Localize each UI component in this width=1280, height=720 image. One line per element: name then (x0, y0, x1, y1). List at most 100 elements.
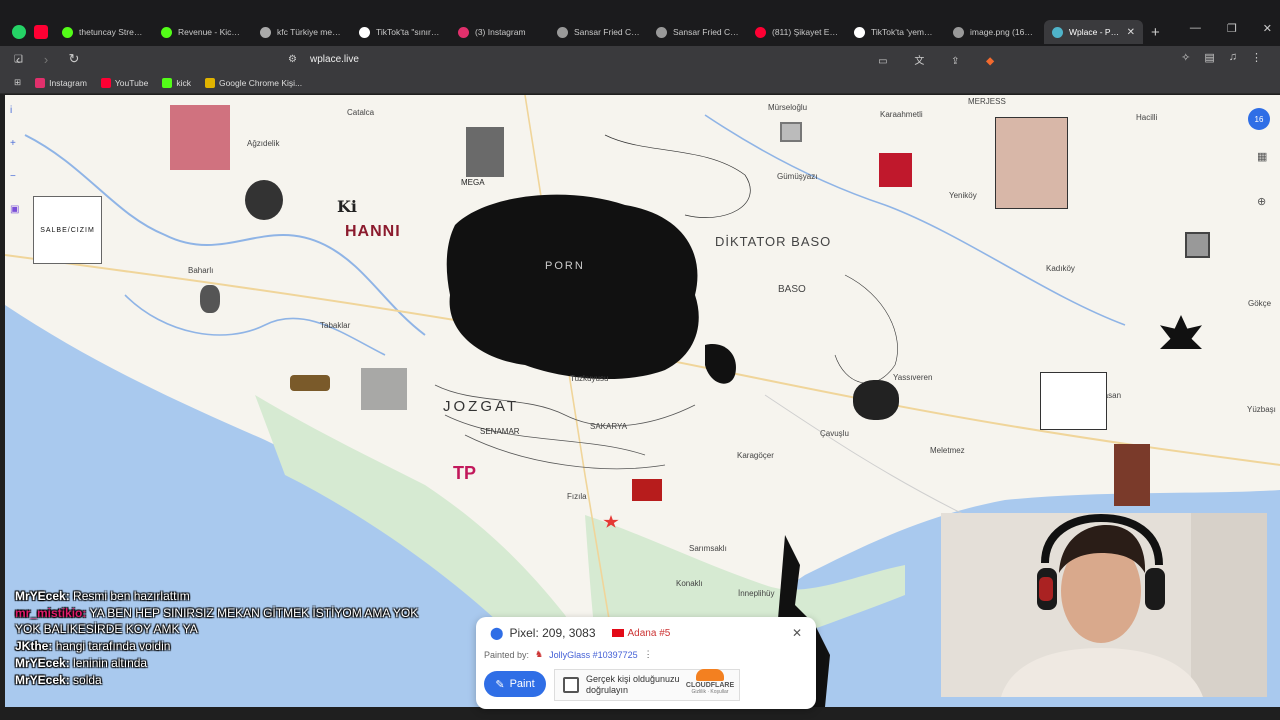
chat-username: MrYEcek: (15, 656, 70, 670)
place-catalca: Catalca (347, 108, 375, 117)
cloudflare-links[interactable]: Gizlilik · Koşullar (681, 689, 739, 695)
tab-6[interactable]: Sansar Fried Chick (648, 20, 747, 44)
place-yuzbasi: Yüzbaşı (1247, 405, 1276, 414)
art-text-baso: BASO (778, 284, 806, 295)
salbe-frame: SALBE/CIZIM (33, 196, 102, 264)
media-icon[interactable]: ♫ (1229, 51, 1237, 64)
place-agzidelik: Ağzıdelik (247, 139, 280, 148)
info-icon[interactable]: i (10, 105, 19, 116)
art-qr-square-2 (780, 122, 802, 142)
bookmark-label: Google Chrome Kişi... (218, 77, 303, 88)
place-karaahmetli: Karaahmetli (880, 110, 923, 119)
art-girl-portrait (170, 105, 230, 170)
tab-5[interactable]: Sansar Fried Chick (549, 20, 648, 44)
art-text-mega: MEGA (461, 178, 485, 187)
art-grey-square (361, 368, 407, 410)
store-icon[interactable]: ▦ (1257, 150, 1267, 163)
tab-7[interactable]: (811) Şikayet Etme (747, 20, 846, 44)
tab-favicon-icon (458, 26, 469, 38)
region-badge[interactable]: Adana #5 (611, 628, 670, 639)
location-pin-icon: ⬤ (490, 626, 504, 640)
tab-label: TikTok'ta "sınırsız k (376, 27, 442, 37)
minimize-icon[interactable]: — (1190, 22, 1201, 35)
place-karagocer: Karagöçer (737, 451, 774, 460)
chat-text: hangi tarafında voidin (55, 639, 171, 653)
reload-icon[interactable]: ↻ (64, 51, 84, 67)
place-murseloglu: Mürseloğlu (768, 103, 808, 112)
bookmark-favicon-icon (100, 77, 111, 88)
tab-favicon-icon (854, 26, 865, 38)
bookmark-0[interactable]: Instagram (35, 77, 87, 88)
new-tab-button[interactable]: + (1143, 24, 1168, 41)
forward-icon[interactable]: › (36, 52, 56, 67)
place-sarimsakli: Sarımsaklı (689, 544, 727, 553)
zoom-badge[interactable]: 16 (1248, 108, 1270, 130)
extensions-icon[interactable]: ✧ (1181, 51, 1190, 64)
apps-grid-icon[interactable]: ⊞ (14, 77, 21, 88)
browser-tab-strip: thetuncay Stream Revenue - Kick Da kfc Tür… (0, 0, 1280, 46)
chat-message: MrYEcek: solda (15, 672, 435, 688)
pinned-apps (0, 25, 54, 39)
canvas-left-tools: i + − ▣ (10, 105, 19, 215)
art-text-salbe: SALBE/CIZIM (40, 226, 95, 234)
art-flag (632, 479, 662, 501)
place-baharli: Baharlı (188, 266, 214, 275)
tab-favicon-icon (260, 26, 271, 38)
painter-name[interactable]: JollyGlass #10397725 (549, 650, 638, 660)
bookmark-3[interactable]: Google Chrome Kişi... (204, 77, 303, 88)
side-panel-icon[interactable]: ▤ (1204, 51, 1214, 64)
place-tabaklar: Tabaklar (320, 321, 351, 330)
cloudflare-logo-icon (696, 669, 724, 681)
close-panel-icon[interactable]: ✕ (792, 626, 802, 640)
tab-label: Sansar Fried Chick (673, 27, 739, 37)
zoom-search-icon[interactable]: ⊕ (1257, 195, 1267, 208)
tab-0[interactable]: thetuncay Stream (54, 20, 153, 44)
paint-button[interactable]: ✎ Paint (484, 671, 546, 697)
tab-9[interactable]: image.png (160×1 (945, 20, 1044, 44)
bookmark-label: Instagram (49, 77, 87, 88)
bookmark-2[interactable]: kick (162, 77, 191, 88)
close-tab-icon[interactable]: ✕ (1127, 27, 1135, 38)
address-bar[interactable]: ❑ ⚙ wplace.live ▭ 文 ⇪ ◆ (14, 49, 1006, 69)
window-controls: — ❐ ✕ (1190, 22, 1272, 35)
bookmark-favicon-icon (162, 77, 173, 88)
tab-4[interactable]: (3) Instagram (450, 20, 549, 44)
tab-1[interactable]: Revenue - Kick Da (153, 20, 252, 44)
tab-10[interactable]: Wplace - Paint ✕ (1044, 20, 1143, 44)
bookmark-star-icon[interactable]: ❑ (14, 54, 23, 65)
chat-text: solda (73, 673, 102, 687)
tab-favicon-icon (1052, 26, 1063, 38)
art-text-hanni: HANNI (345, 223, 401, 240)
restore-icon[interactable]: ❐ (1227, 22, 1237, 35)
whatsapp-icon[interactable] (12, 25, 26, 39)
place-sakarya: SAKARYA (590, 422, 628, 431)
art-text-senamar: SENAMAR (480, 427, 520, 436)
discord-icon[interactable]: ▣ (10, 204, 19, 215)
captcha-checkbox[interactable] (563, 677, 579, 693)
bookmark-label: YouTube (114, 77, 149, 88)
url-text: wplace.live (310, 53, 359, 65)
chat-username: mr_mistikio: (15, 606, 87, 620)
art-portrait-face (995, 117, 1068, 209)
zoom-out-icon[interactable]: − (10, 171, 19, 182)
tab-3[interactable]: TikTok'ta "sınırsız k (351, 20, 450, 44)
tab-2[interactable]: kfc Türkiye menüle (252, 20, 351, 44)
tab-favicon-icon (359, 26, 370, 38)
menu-icon[interactable]: ⋮ (1251, 51, 1262, 64)
cloudflare-brand: CLOUDFLARE (685, 682, 735, 689)
bookmark-label: kick (176, 77, 191, 88)
tab-8[interactable]: TikTok'ta 'yemek' i (846, 20, 945, 44)
browser-toolbar: ‹ › ↻ ❑ ⚙ wplace.live ▭ 文 ⇪ ◆ ✧ ▤ ♫ ⋮ (0, 46, 1280, 72)
close-window-icon[interactable]: ✕ (1263, 22, 1272, 35)
zoom-in-icon[interactable]: + (10, 138, 19, 149)
youtube-icon[interactable] (34, 25, 48, 39)
tab-favicon-icon (557, 26, 568, 38)
site-info-icon[interactable]: ⚙ (288, 54, 297, 65)
art-pin-person (853, 380, 899, 420)
tab-label: (3) Instagram (475, 27, 526, 37)
more-options-icon[interactable]: ⋮ (644, 649, 653, 660)
bookmark-1[interactable]: YouTube (100, 77, 149, 88)
brush-icon: ✎ (495, 678, 505, 691)
paint-button-label: Paint (509, 678, 535, 690)
art-anime-head (245, 180, 283, 220)
